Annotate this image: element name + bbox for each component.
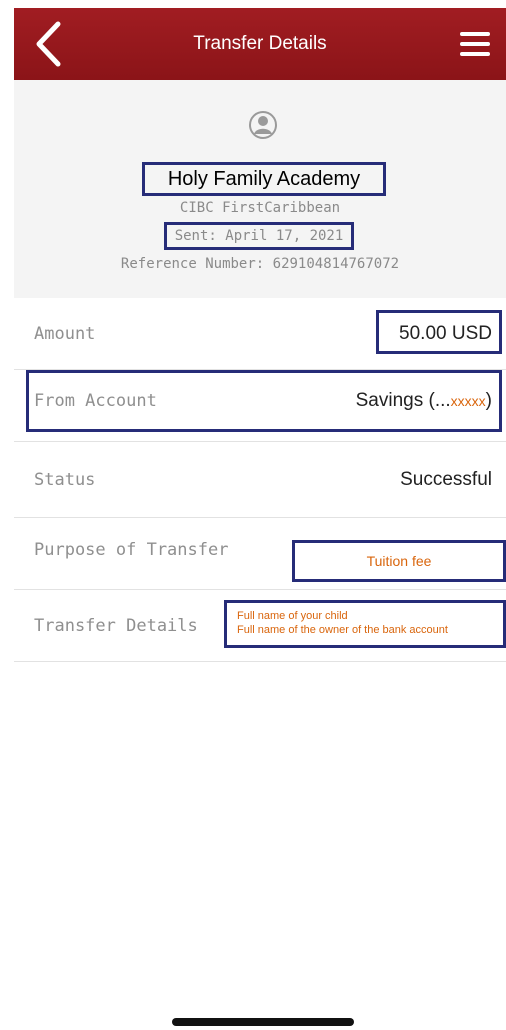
purpose-value: Tuition fee [366,553,432,569]
reference-number: Reference Number: 629104814767072 [120,256,400,272]
transfer-details-label: Transfer Details [34,616,198,636]
status-row: Status Successful [14,442,506,518]
account-close-paren: ) [485,390,492,411]
from-account-row: From Account Savings (... xxxxx ) [14,370,506,442]
amount-row: Amount 50.00 USD [14,298,506,370]
purpose-row: Purpose of Transfer Tuition fee [14,518,506,590]
purpose-label: Purpose of Transfer [34,540,229,560]
user-avatar-icon [249,111,277,139]
status-value: Successful [400,469,492,490]
menu-bar [460,42,490,46]
from-account-value: Savings (... xxxxx ) [356,370,492,432]
account-type: Savings (... [355,390,451,411]
status-bar [0,0,506,8]
home-indicator[interactable] [172,1018,354,1026]
masked-account-number: xxxxx [450,393,486,409]
payee-name: Holy Family Academy [142,162,386,196]
transfer-details-highlight: Full name of your child Full name of the… [224,600,506,648]
page-title: Transfer Details [193,33,327,54]
hamburger-menu-icon [460,32,490,36]
amount-label: Amount [34,324,96,344]
from-account-label: From Account [34,391,157,411]
transfer-details-line2: Full name of the owner of the bank accou… [237,624,448,636]
app-header: Transfer Details [14,8,506,80]
transfer-details-row: Transfer Details Full name of your child… [14,590,506,662]
status-label: Status [34,470,96,490]
amount-value: 50.00 USD [399,323,492,344]
menu-button[interactable] [460,32,490,56]
bank-name: CIBC FirstCaribbean [179,200,341,216]
menu-bar [460,52,490,56]
sent-date: Sent: April 17, 2021 [164,222,354,250]
transfer-summary: Holy Family Academy CIBC FirstCaribbean … [14,80,506,299]
purpose-highlight: Tuition fee [292,540,506,582]
transfer-details-line1: Full name of your child [237,610,348,622]
